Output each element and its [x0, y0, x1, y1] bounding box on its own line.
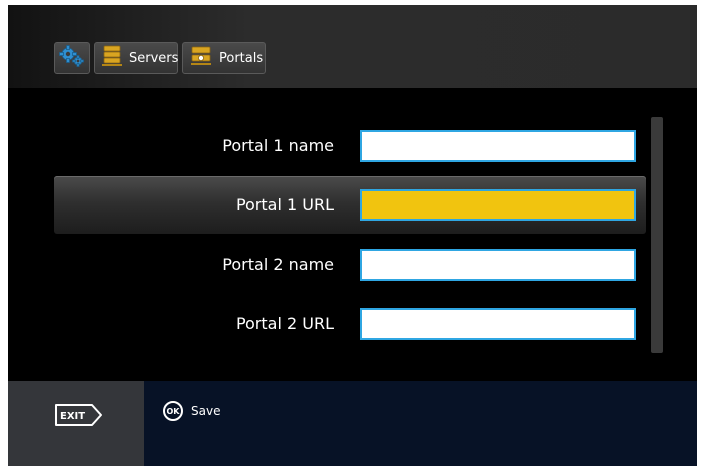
form-row-portal-1-name: Portal 1 name — [54, 117, 646, 175]
breadcrumb-portals-label: Portals — [219, 50, 264, 66]
portal-1-name-label: Portal 1 name — [222, 136, 334, 155]
breadcrumb-servers[interactable]: Servers — [94, 42, 178, 74]
ok-icon-label: OK — [166, 406, 180, 416]
settings-screen: Servers Portals Portal 1 name Portal 1 U… — [8, 5, 697, 466]
gears-icon — [58, 44, 86, 72]
exit-button[interactable]: EXIT — [54, 403, 104, 431]
save-action-label[interactable]: Save — [191, 402, 220, 420]
breadcrumb-servers-label: Servers — [129, 50, 179, 66]
form-row-portal-1-url: Portal 1 URL — [54, 176, 646, 234]
form-row-portal-2-url: Portal 2 URL — [54, 295, 646, 353]
portal-2-name-label: Portal 2 name — [222, 255, 334, 274]
breadcrumb-portals[interactable]: Portals — [182, 42, 266, 74]
bottom-bar: EXIT OK Save — [8, 381, 697, 466]
scrollbar[interactable] — [651, 117, 663, 353]
portal-1-url-field[interactable] — [360, 189, 636, 221]
portal-2-url-field[interactable] — [360, 308, 636, 340]
form-row-portal-2-name: Portal 2 name — [54, 236, 646, 294]
exit-area: EXIT — [8, 381, 144, 466]
portal-2-name-field[interactable] — [360, 249, 636, 281]
portal-server-icon — [189, 44, 213, 72]
server-icon — [101, 44, 123, 72]
portal-1-name-field[interactable] — [360, 130, 636, 162]
ok-icon: OK — [163, 401, 183, 421]
breadcrumb-settings[interactable] — [54, 42, 90, 74]
portal-2-url-label: Portal 2 URL — [235, 314, 334, 333]
top-bar: Servers Portals — [8, 5, 697, 88]
portal-1-url-label: Portal 1 URL — [235, 195, 334, 214]
exit-button-label: EXIT — [60, 411, 85, 422]
